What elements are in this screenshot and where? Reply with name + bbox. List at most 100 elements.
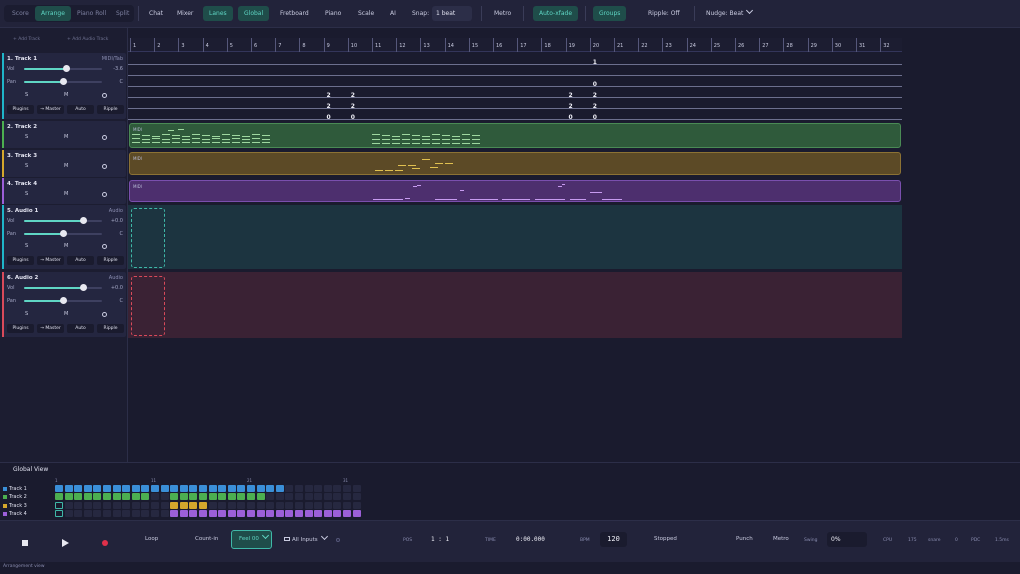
global-cell[interactable] xyxy=(295,510,303,517)
mixer-button[interactable]: Mixer xyxy=(171,6,199,21)
midi-clip[interactable]: MIDI xyxy=(129,123,901,148)
global-cell[interactable] xyxy=(122,510,131,517)
global-cell[interactable] xyxy=(199,502,207,509)
global-cell[interactable] xyxy=(304,502,313,509)
play-icon[interactable] xyxy=(62,539,69,547)
global-cell[interactable] xyxy=(323,485,332,492)
global-cell[interactable] xyxy=(323,510,332,517)
global-cell[interactable] xyxy=(83,485,92,492)
count-in-toggle[interactable]: Count-in xyxy=(195,536,218,542)
track-name[interactable]: 5. Audio 1 xyxy=(7,208,38,214)
global-cell[interactable] xyxy=(151,502,159,509)
global-cell[interactable] xyxy=(112,502,121,509)
mute-button[interactable]: M xyxy=(64,191,68,197)
global-cell[interactable] xyxy=(218,510,227,517)
global-cell[interactable] xyxy=(285,502,294,509)
global-cell[interactable] xyxy=(55,493,63,500)
slider-knob[interactable] xyxy=(80,217,88,224)
slider-knob[interactable] xyxy=(80,284,88,291)
automation-button[interactable]: Auto xyxy=(67,105,94,114)
global-cell[interactable] xyxy=(112,510,121,517)
route-master-button[interactable]: → Master xyxy=(37,324,64,333)
metro-button[interactable]: Metro xyxy=(773,536,789,542)
tab-score[interactable]: Score xyxy=(6,6,35,21)
record-arm-icon[interactable] xyxy=(102,192,107,197)
record-arm-icon[interactable] xyxy=(102,135,107,140)
global-cell[interactable] xyxy=(208,502,217,509)
feel-select[interactable]: Feel 00 xyxy=(231,530,272,549)
fret-number[interactable]: 0 xyxy=(591,114,599,121)
global-cell[interactable] xyxy=(256,502,265,509)
global-cell[interactable] xyxy=(189,510,198,517)
global-cell[interactable] xyxy=(160,502,169,509)
pan-slider[interactable] xyxy=(24,230,102,237)
fret-number[interactable]: 2 xyxy=(567,103,575,110)
global-cell[interactable] xyxy=(218,502,227,509)
slider-knob[interactable] xyxy=(60,297,67,304)
fret-number[interactable]: 1 xyxy=(591,59,599,66)
mute-button[interactable]: M xyxy=(64,311,68,317)
snap-select[interactable]: 1 beat xyxy=(432,6,472,21)
global-cell[interactable] xyxy=(55,485,63,492)
fret-number[interactable]: 2 xyxy=(325,92,333,99)
global-cell[interactable] xyxy=(343,502,351,509)
global-cell[interactable] xyxy=(304,493,313,500)
midi-clip[interactable]: MIDI xyxy=(129,152,901,175)
global-cell[interactable] xyxy=(170,493,179,500)
global-cell[interactable] xyxy=(151,485,159,492)
global-cell[interactable] xyxy=(333,510,342,517)
global-cell[interactable] xyxy=(55,510,63,517)
track-header[interactable]: 1. Track 1 MIDI/Tab Vol -3.6 Pan C S M P… xyxy=(2,53,126,119)
piano-button[interactable]: Piano xyxy=(319,6,347,21)
ripple-button[interactable]: Ripple xyxy=(97,256,124,265)
chat-button[interactable]: Chat xyxy=(143,6,169,21)
audio-drop-zone[interactable] xyxy=(131,276,165,336)
global-cell[interactable] xyxy=(160,510,169,517)
fret-number[interactable]: 2 xyxy=(325,103,333,110)
global-cell[interactable] xyxy=(314,510,323,517)
track-header[interactable]: 5. Audio 1 Audio Vol +0.0 Pan C S M Plug… xyxy=(2,205,126,269)
global-cell[interactable] xyxy=(122,493,131,500)
solo-button[interactable]: S xyxy=(25,134,28,140)
tab-clip[interactable]: 2 2 0 2 2 0 2 2 0 1 0 2 2 0 xyxy=(128,59,902,121)
fret-number[interactable]: 2 xyxy=(349,103,357,110)
global-button[interactable]: Global xyxy=(238,6,270,21)
global-cell[interactable] xyxy=(256,510,265,517)
global-cell[interactable] xyxy=(266,510,275,517)
track-name[interactable]: 1. Track 1 xyxy=(7,56,37,62)
global-cell[interactable] xyxy=(285,510,294,517)
fret-number[interactable]: 0 xyxy=(567,114,575,121)
global-cell[interactable] xyxy=(275,502,284,509)
global-cell[interactable] xyxy=(266,493,275,500)
solo-button[interactable]: S xyxy=(25,311,28,317)
ripple-toggle[interactable]: Ripple: Off xyxy=(642,6,686,21)
global-cell[interactable] xyxy=(208,485,217,492)
global-cell[interactable] xyxy=(352,485,361,492)
automation-button[interactable]: Auto xyxy=(67,256,94,265)
global-cell[interactable] xyxy=(227,502,236,509)
groups-toggle[interactable]: Groups xyxy=(593,6,627,21)
fret-number[interactable]: 0 xyxy=(349,114,357,121)
global-cell[interactable] xyxy=(304,485,313,492)
global-cell[interactable] xyxy=(199,510,207,517)
volume-slider[interactable] xyxy=(24,217,102,224)
global-cell[interactable] xyxy=(103,502,111,509)
global-cell[interactable] xyxy=(74,502,83,509)
fretboard-button[interactable]: Fretboard xyxy=(274,6,315,21)
add-audio-track-button[interactable]: + Add Audio Track xyxy=(67,37,108,42)
global-cell[interactable] xyxy=(83,510,92,517)
global-cell[interactable] xyxy=(199,485,207,492)
global-cell[interactable] xyxy=(237,510,246,517)
global-cell[interactable] xyxy=(247,485,255,492)
tab-split[interactable]: Split xyxy=(110,6,135,21)
record-arm-icon[interactable] xyxy=(102,244,107,249)
global-cell[interactable] xyxy=(285,485,294,492)
auto-xfade-toggle[interactable]: Auto-xfade xyxy=(533,6,579,21)
global-cell[interactable] xyxy=(256,485,265,492)
global-cell[interactable] xyxy=(141,493,150,500)
loop-toggle[interactable]: Loop xyxy=(145,536,158,542)
global-cell[interactable] xyxy=(93,510,102,517)
global-cell[interactable] xyxy=(122,502,131,509)
global-cell[interactable] xyxy=(352,502,361,509)
track-header[interactable]: 2. Track 2 S M xyxy=(2,121,126,148)
